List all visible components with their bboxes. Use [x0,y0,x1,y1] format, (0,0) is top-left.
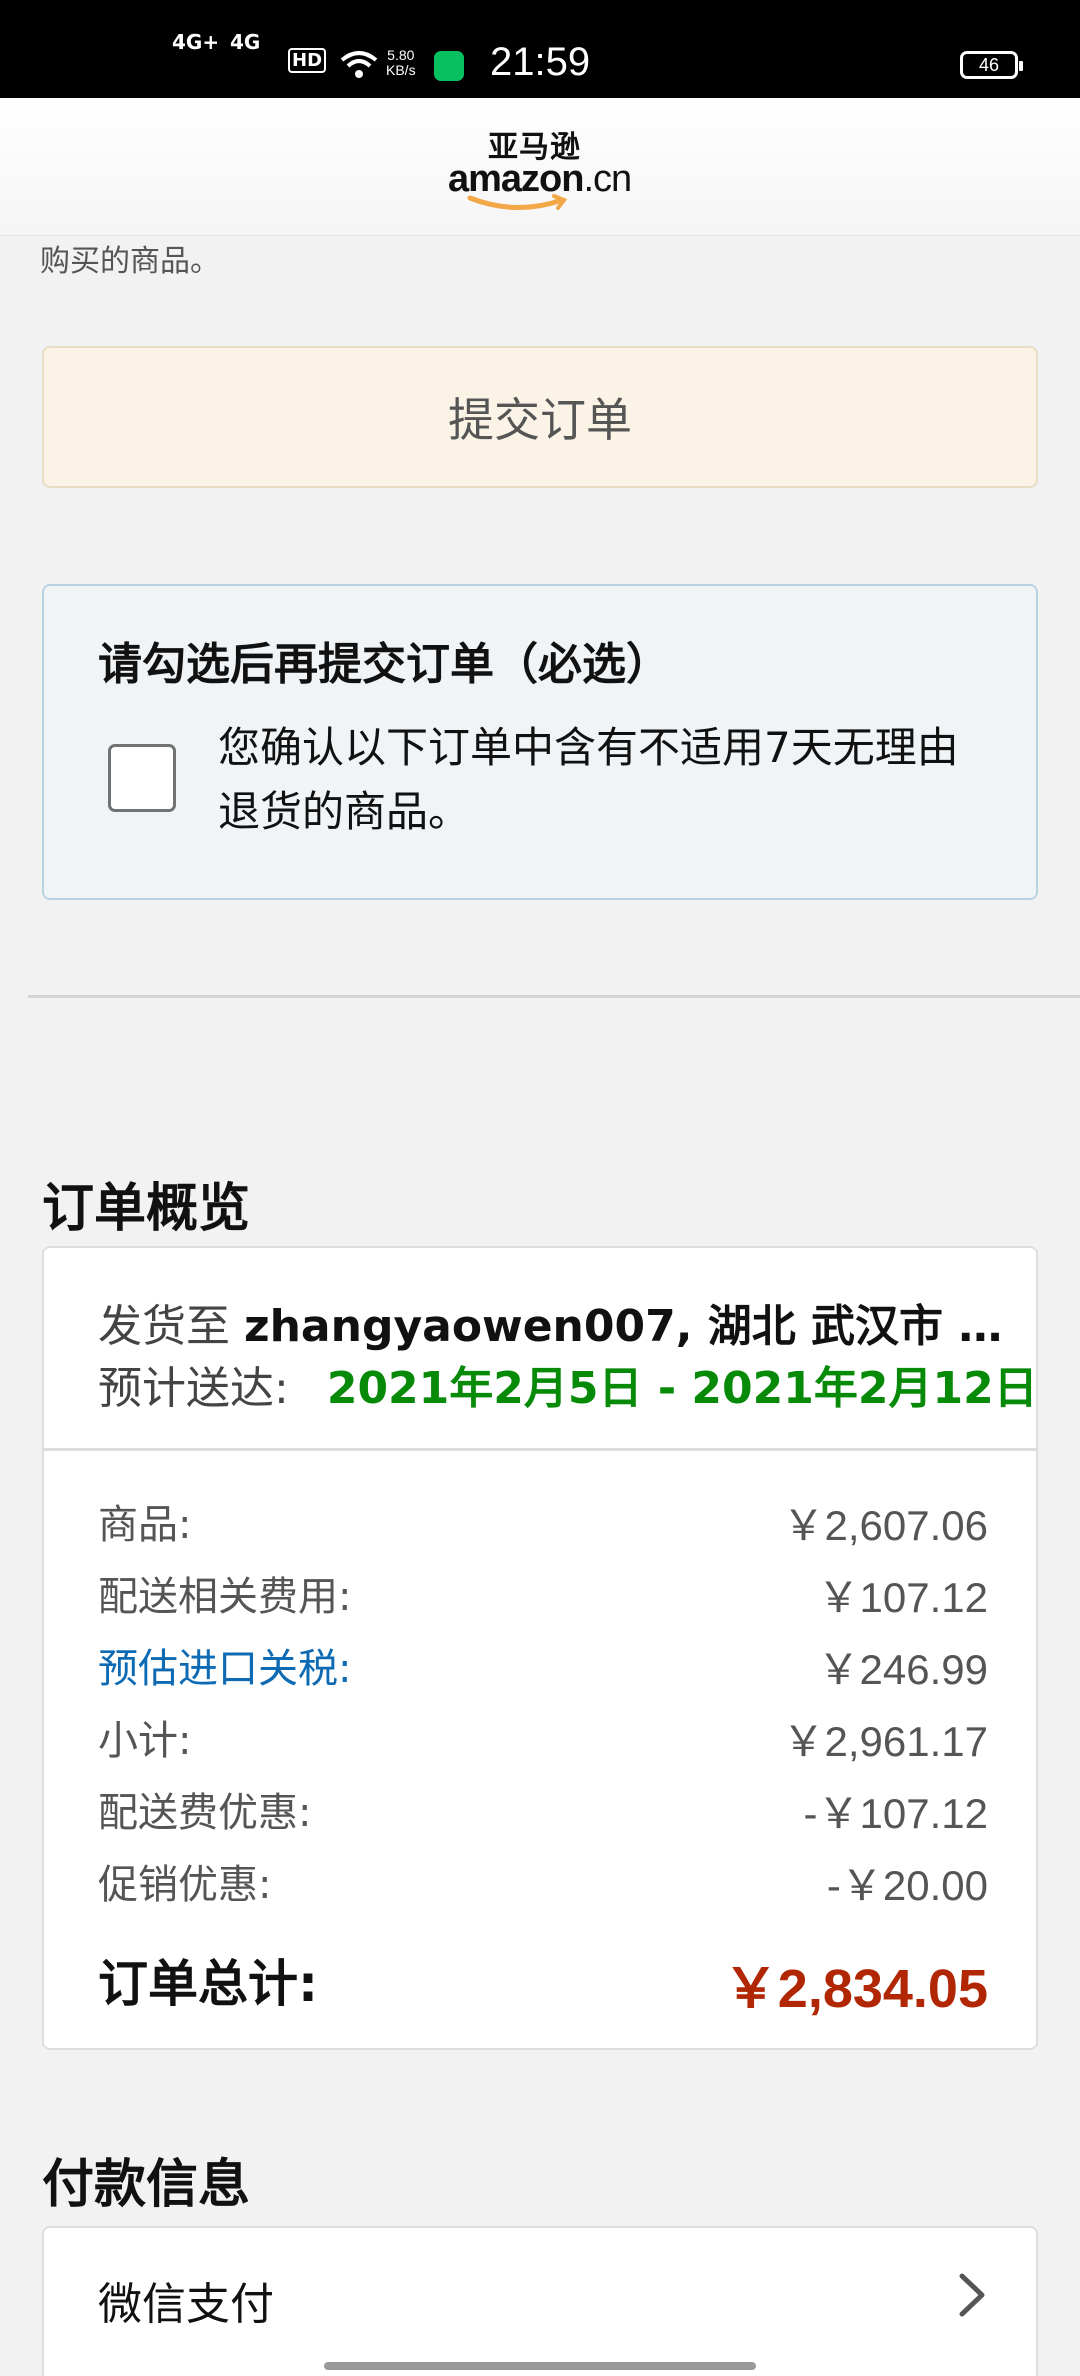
signal-4g-icon: 4G [230,30,261,54]
amazon-cn-logo[interactable]: 亚马逊 amazon.cn [446,120,636,212]
eta-row: 预计送达: 2021年2月5日 - 2021年2月12日 [98,1352,1038,1416]
wifi-icon [340,51,378,78]
eta-label: 预计送达: [98,1363,289,1414]
line-promotion-discount: 促销优惠: -￥20.00 [98,1862,988,1909]
order-overview-title: 订单概览 [42,1179,251,1239]
chevron-right-icon [959,2273,985,2317]
payment-info-title: 付款信息 [42,2155,251,2215]
ship-to-row[interactable]: 发货至 zhangyaowen007, 湖北 武汉市 … [98,1290,1002,1354]
divider [28,995,1080,998]
checkout-page: 4G+ 4G HD 5.80 KB/s 21:59 46 亚马逊 amazon.… [0,0,1080,2376]
order-total-label: 订单总计: [98,1955,318,2013]
order-total-row: 订单总计: ￥2,834.05 [98,1944,988,2019]
line-subtotal: 小计: ￥2,961.17 [98,1718,988,1765]
battery-icon: 46 [960,51,1023,79]
eta-value: 2021年2月5日 - 2021年2月12日 [326,1363,1038,1414]
line-shipping-discount: 配送费优惠: -￥107.12 [98,1790,988,1837]
card-divider [44,1448,1036,1451]
submit-order-button[interactable]: 提交订单 [42,346,1038,488]
wechat-notification-icon [434,51,464,81]
line-shipping-fees: 配送相关费用: ￥107.12 [98,1574,988,1621]
clock: 21:59 [490,40,591,84]
app-header: 亚马逊 amazon.cn [0,98,1080,236]
status-bar: 4G+ 4G HD 5.80 KB/s 21:59 46 [0,0,1080,98]
signal-4g-plus-icon: 4G+ [172,30,220,54]
ship-to-label: 发货至 [98,1301,230,1352]
no-return-confirm-checkbox[interactable] [108,744,176,812]
payment-method-label: 微信支付 [98,2279,274,2330]
payment-method-card[interactable]: 微信支付 [42,2226,1038,2376]
home-indicator[interactable] [324,2362,756,2370]
order-total-value: ￥2,834.05 [723,1959,988,2019]
confirmation-box: 请勾选后再提交订单（必选） 您确认以下订单中含有不适用7天无理由退货的商品。 [42,584,1038,900]
confirmation-text[interactable]: 您确认以下订单中含有不适用7天无理由退货的商品。 [218,716,998,844]
line-import-duty: 预估进口关税: ￥246.99 [98,1636,988,1696]
line-items-subtotal: 商品: ￥2,607.06 [98,1502,988,1549]
network-speed: 5.80 KB/s [386,47,416,78]
import-duty-link[interactable]: 预估进口关税: [98,1636,351,1694]
smile-arrow-icon [467,194,568,210]
order-summary-card: 发货至 zhangyaowen007, 湖北 武汉市 … 预计送达: 2021年… [42,1246,1038,2050]
truncated-notice-text: 购买的商品。 [40,244,220,279]
confirmation-title: 请勾选后再提交订单（必选） [98,639,670,690]
hd-icon: HD [288,48,327,73]
ship-to-value: zhangyaowen007, 湖北 武汉市 … [244,1301,1003,1352]
